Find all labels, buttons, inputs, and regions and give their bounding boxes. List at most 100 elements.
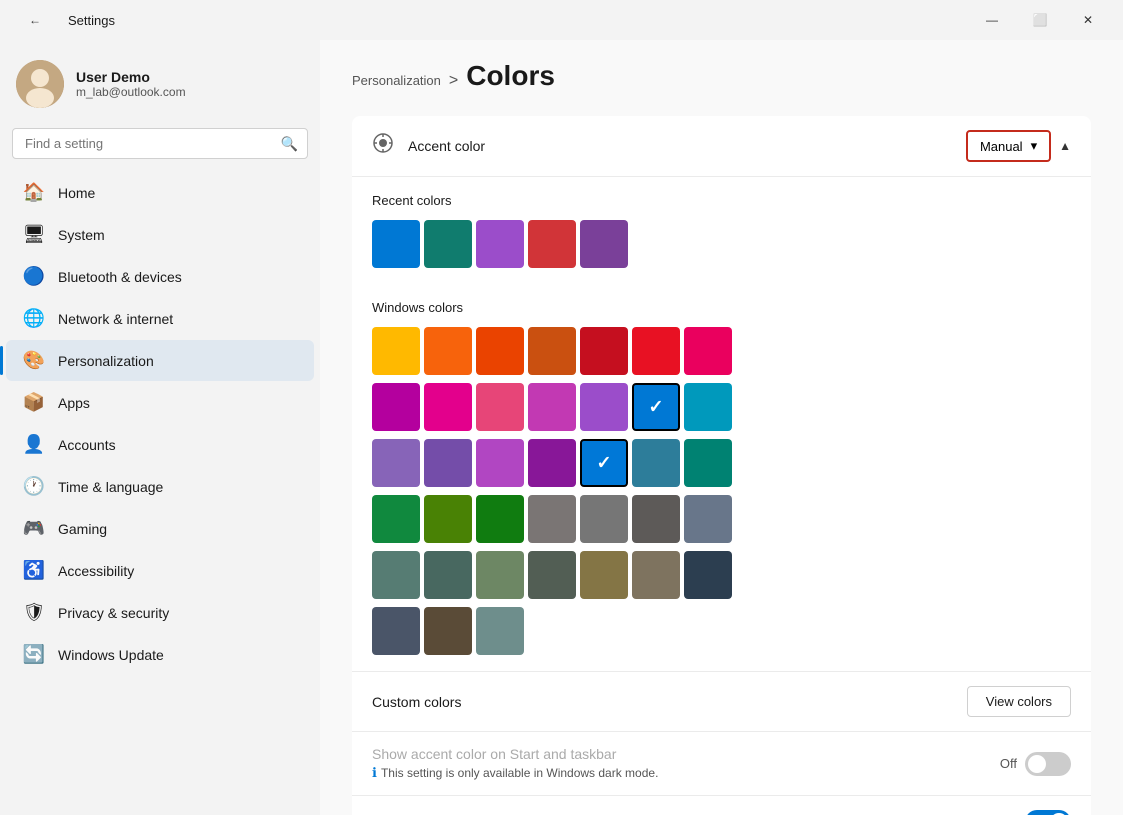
sidebar-item-bluetooth[interactable]: 🔵Bluetooth & devices (6, 256, 314, 297)
sidebar-item-label: Privacy & security (58, 605, 169, 621)
main-panel: Personalization > Colors (320, 40, 1123, 815)
sidebar-item-privacy[interactable]: 🛡 Privacy & security (6, 592, 314, 633)
windows-color-swatch[interactable] (424, 607, 472, 655)
windows-color-swatch[interactable] (424, 439, 472, 487)
breadcrumb-parent[interactable]: Personalization (352, 73, 441, 88)
windows-color-swatch[interactable] (528, 439, 576, 487)
sidebar-item-label: Windows Update (58, 647, 164, 663)
search-box: 🔍 (12, 128, 308, 159)
sidebar-item-apps[interactable]: 📦Apps (6, 382, 314, 423)
windows-color-swatch[interactable] (580, 383, 628, 431)
nav-list: 🏠Home🖥System🔵Bluetooth & devices🌐Network… (0, 171, 320, 676)
windows-color-swatch[interactable] (372, 551, 420, 599)
windows-color-swatch[interactable] (580, 551, 628, 599)
windows-color-swatch[interactable] (424, 327, 472, 375)
sidebar-item-system[interactable]: 🖥System (6, 214, 314, 255)
recent-color-swatch[interactable] (372, 220, 420, 268)
accent-dropdown[interactable]: Manual ▾ (966, 130, 1051, 162)
windows-color-swatch[interactable] (632, 327, 680, 375)
windows-color-row (372, 607, 1071, 655)
close-button[interactable]: ✕ (1065, 4, 1111, 36)
app-title: Settings (68, 13, 115, 28)
custom-colors-row: Custom colors View colors (352, 671, 1091, 731)
chevron-up-icon[interactable]: ▲ (1059, 139, 1071, 153)
windows-color-swatch[interactable] (528, 383, 576, 431)
maximize-button[interactable]: ⬜ (1017, 4, 1063, 36)
sidebar-item-accounts[interactable]: 👤Accounts (6, 424, 314, 465)
windows-color-swatch[interactable] (684, 327, 732, 375)
recent-color-swatch[interactable] (424, 220, 472, 268)
windows-color-swatch[interactable] (632, 383, 680, 431)
windows-color-swatch[interactable] (528, 327, 576, 375)
windows-color-swatch[interactable] (424, 495, 472, 543)
content-card: Accent color Manual ▾ ▲ Recent colors Wi… (352, 116, 1091, 815)
toggle1-subtitle: This setting is only available in Window… (381, 766, 658, 780)
window-controls: — ⬜ ✕ (969, 4, 1111, 36)
page-title: Colors (466, 60, 555, 92)
toggle1-state-label: Off (1000, 756, 1017, 771)
windows-color-swatch[interactable] (372, 327, 420, 375)
sidebar-item-personalization[interactable]: 🎨 Personalization (6, 340, 314, 381)
personalization-icon: 🎨 (22, 350, 46, 371)
user-info: User Demo m_lab@outlook.com (76, 69, 186, 99)
update-icon: 🔄 (22, 644, 46, 665)
windows-color-swatch[interactable] (684, 383, 732, 431)
windows-color-swatch[interactable] (372, 383, 420, 431)
windows-color-swatch[interactable] (424, 383, 472, 431)
back-button[interactable]: ← (12, 4, 58, 36)
windows-color-swatch[interactable] (528, 551, 576, 599)
windows-color-swatch[interactable] (684, 495, 732, 543)
sidebar-item-gaming[interactable]: 🎮 Gaming (6, 508, 314, 549)
recent-color-swatch[interactable] (528, 220, 576, 268)
sidebar-item-label: System (58, 227, 105, 243)
gaming-icon: 🎮 (22, 518, 46, 539)
toggle2-switch[interactable] (1025, 810, 1071, 815)
windows-color-swatch[interactable] (580, 439, 628, 487)
sidebar-item-update[interactable]: 🔄 Windows Update (6, 634, 314, 675)
recent-colors-grid (372, 220, 1071, 268)
windows-color-swatch[interactable] (476, 551, 524, 599)
windows-color-swatch[interactable] (580, 495, 628, 543)
user-profile[interactable]: User Demo m_lab@outlook.com (0, 48, 320, 128)
sidebar-item-label: Personalization (58, 353, 154, 369)
titlebar: ← Settings — ⬜ ✕ (0, 0, 1123, 40)
windows-color-swatch[interactable] (632, 439, 680, 487)
windows-color-swatch[interactable] (476, 439, 524, 487)
sidebar-item-accessibility[interactable]: ♿ Accessibility (6, 550, 314, 591)
recent-colors-title: Recent colors (372, 193, 1071, 208)
windows-color-swatch[interactable] (632, 551, 680, 599)
windows-color-swatch[interactable] (424, 551, 472, 599)
sidebar-item-time[interactable]: 🕐Time & language (6, 466, 314, 507)
windows-color-swatch[interactable] (632, 495, 680, 543)
recent-color-swatch[interactable] (580, 220, 628, 268)
sidebar-item-label: Accessibility (58, 563, 134, 579)
windows-color-swatch[interactable] (372, 607, 420, 655)
sidebar-item-home[interactable]: 🏠Home (6, 172, 314, 213)
windows-color-swatch[interactable] (684, 551, 732, 599)
windows-color-swatch[interactable] (528, 495, 576, 543)
windows-color-swatch[interactable] (476, 383, 524, 431)
windows-color-swatch[interactable] (372, 495, 420, 543)
windows-color-swatch[interactable] (476, 607, 524, 655)
windows-color-swatch[interactable] (580, 327, 628, 375)
toggle1-switch[interactable] (1025, 752, 1071, 776)
home-icon: 🏠 (22, 182, 46, 203)
minimize-button[interactable]: — (969, 4, 1015, 36)
windows-color-swatch[interactable] (684, 439, 732, 487)
avatar (16, 60, 64, 108)
apps-icon: 📦 (22, 392, 46, 413)
search-input[interactable] (12, 128, 308, 159)
privacy-icon: 🛡 (22, 602, 46, 623)
windows-color-swatch[interactable] (372, 439, 420, 487)
windows-color-swatch[interactable] (476, 495, 524, 543)
user-name: User Demo (76, 69, 186, 85)
bluetooth-icon: 🔵 (22, 266, 46, 287)
windows-color-row (372, 383, 1071, 431)
view-colors-button[interactable]: View colors (967, 686, 1071, 717)
sidebar-item-label: Gaming (58, 521, 107, 537)
windows-color-swatch[interactable] (476, 327, 524, 375)
sidebar-item-network[interactable]: 🌐Network & internet (6, 298, 314, 339)
recent-color-swatch[interactable] (476, 220, 524, 268)
windows-color-row (372, 327, 1071, 375)
accessibility-icon: ♿ (22, 560, 46, 581)
